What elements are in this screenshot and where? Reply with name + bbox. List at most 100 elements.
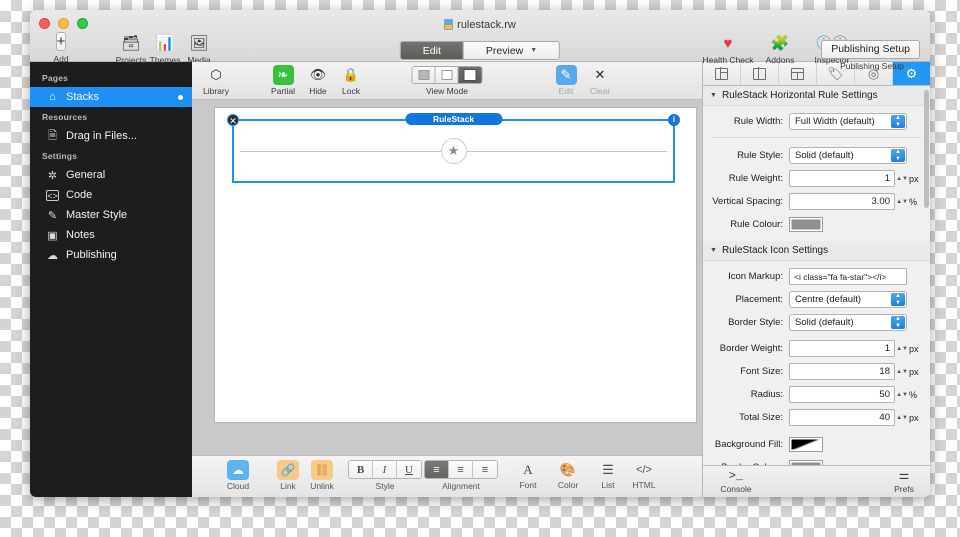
sidebar-item-label: Code	[66, 189, 93, 201]
total-size-input[interactable]: 40	[789, 409, 895, 426]
canvas-tool-clear-label: Clear	[589, 86, 611, 96]
view-mode-option-filled[interactable]	[412, 67, 436, 83]
vertical-spacing-stepper[interactable]: ▲▼	[896, 199, 908, 205]
format-toolbar: ☁ Cloud 🔗 Link ⛓ Unlink B I U Style ≡ ≡ …	[192, 455, 702, 497]
rulestack-element[interactable]: RuleStack ✕ i ★	[227, 113, 680, 183]
border-weight-input[interactable]: 1	[789, 340, 895, 357]
row-total-size: Total Size: 40 ▲▼ px	[703, 407, 930, 428]
format-unlink[interactable]: ⛓ Unlink	[300, 460, 344, 491]
placement-select[interactable]: Centre (default) ▲ ▼	[789, 291, 907, 308]
inspector-tab-page-header[interactable]	[779, 62, 817, 85]
prefs-label: Prefs	[894, 484, 914, 494]
format-color[interactable]: 🎨 Color	[548, 460, 588, 490]
console-button[interactable]: >_ Console	[711, 469, 761, 494]
canvas-tool-partial-label: Partial	[270, 86, 296, 96]
prefs-button[interactable]: ⚌ Prefs	[884, 469, 924, 494]
style-group[interactable]: B I U Style	[348, 460, 422, 491]
link-icon: 🔗	[277, 460, 299, 480]
underline-button[interactable]: U	[397, 461, 421, 478]
format-html[interactable]: </> HTML	[624, 460, 664, 490]
info-badge[interactable]: i	[668, 114, 680, 126]
toolbar-addons-label: Addons	[765, 55, 795, 65]
sidebar-item-master-style[interactable]: ✎ Master Style	[30, 205, 192, 225]
toolbar-health-check-label: Health Check	[702, 55, 754, 65]
chevron-down-icon: ▼	[530, 47, 538, 54]
sidebar-item-stacks[interactable]: ⌂ Stacks	[30, 87, 192, 107]
rule-style-value: Solid (default)	[795, 150, 854, 161]
alignment-group[interactable]: ≡ ≡ ≡ Alignment	[424, 460, 498, 491]
title-bar: rulestack.rw Edit Preview ▼ + Add 🗃 Proje…	[30, 10, 930, 71]
italic-button[interactable]: I	[373, 461, 397, 478]
tab-edit[interactable]: Edit	[400, 42, 464, 59]
rule-weight-stepper[interactable]: ▲▼	[896, 176, 908, 182]
sidebar-item-general[interactable]: ✲ General	[30, 165, 192, 185]
inspector-scrollbar[interactable]	[924, 90, 929, 208]
font-size-value: 18	[879, 366, 890, 377]
section-header-horizontal-rule[interactable]: ▼ RuleStack Horizontal Rule Settings	[703, 86, 930, 106]
font-size-stepper[interactable]: ▲▼	[896, 369, 908, 375]
cloud-icon: ☁	[47, 249, 58, 262]
toolbar-add[interactable]: + Add	[38, 32, 84, 64]
row-rule-width: Rule Width: Full Width (default) ▲ ▼	[703, 111, 930, 132]
chevron-updown-icon: ▲ ▼	[891, 115, 905, 128]
inspector-tab-page-sidebar[interactable]	[741, 62, 779, 85]
total-size-value: 40	[879, 412, 890, 423]
format-list[interactable]: ☰ List	[590, 460, 626, 490]
format-font[interactable]: A Font	[510, 460, 546, 490]
toolbar-health-check[interactable]: ♥ Health Check	[699, 33, 757, 65]
bold-button[interactable]: B	[349, 461, 373, 478]
align-center-icon[interactable]: ≡	[449, 461, 473, 478]
close-icon[interactable]: ✕	[227, 114, 239, 126]
disclosure-triangle-icon[interactable]: ▼	[710, 92, 717, 99]
row-rule-style: Rule Style: Solid (default) ▲ ▼	[703, 145, 930, 166]
disclosure-triangle-icon[interactable]: ▼	[710, 247, 717, 254]
font-size-input[interactable]: 18	[789, 363, 895, 380]
rule-weight-input[interactable]: 1	[789, 170, 895, 187]
icon-markup-input[interactable]: <i class="fa fa-star"></i>	[789, 268, 907, 285]
editor-area: ⬡ Library ❧ Partial 👁 Hide 🔒 Lock View M…	[192, 62, 702, 497]
rule-style-select[interactable]: Solid (default) ▲ ▼	[789, 147, 907, 164]
section-header-icon-settings[interactable]: ▼ RuleStack Icon Settings	[703, 241, 930, 261]
format-color-label: Color	[557, 480, 579, 490]
rule-width-select[interactable]: Full Width (default) ▲ ▼	[789, 113, 907, 130]
sidebar-header-settings: Settings	[42, 151, 78, 161]
total-size-stepper[interactable]: ▲▼	[896, 415, 908, 421]
align-left-icon[interactable]: ≡	[425, 461, 449, 478]
background-fill-swatch[interactable]	[789, 437, 823, 452]
canvas-tool-library[interactable]: ⬡ Library	[194, 65, 238, 96]
border-weight-stepper[interactable]: ▲▼	[896, 346, 908, 352]
home-icon: ⌂	[49, 91, 56, 103]
unlink-icon: ⛓	[311, 460, 333, 480]
border-style-select[interactable]: Solid (default) ▲ ▼	[789, 314, 907, 331]
edit-preview-segmented-control[interactable]: Edit Preview ▼	[399, 41, 561, 60]
alignment-group-label: Alignment	[442, 481, 480, 491]
rule-colour-swatch[interactable]	[789, 217, 823, 232]
toolbar-addons[interactable]: 🧩 Addons	[759, 33, 801, 65]
view-mode-option-outline[interactable]	[435, 67, 459, 83]
row-radius: Radius: 50 ▲▼ %	[703, 384, 930, 405]
view-mode-control[interactable]: View Mode	[411, 66, 483, 96]
canvas-tool-hide-label: Hide	[309, 86, 327, 96]
sidebar-item-code[interactable]: <> Code	[30, 185, 192, 205]
vertical-spacing-input[interactable]: 3.00	[789, 193, 895, 210]
inspector-tab-page-layout[interactable]	[703, 62, 741, 85]
publishing-setup-button[interactable]: Publishing Setup	[821, 40, 920, 59]
toolbar-media[interactable]: 🖼 Media	[176, 33, 222, 65]
color-wheel-icon: 🎨	[559, 462, 577, 477]
page-sidebar-icon	[753, 67, 766, 80]
radius-stepper[interactable]: ▲▼	[896, 392, 908, 398]
sidebar-item-publishing[interactable]: ☁ Publishing	[30, 245, 192, 265]
canvas-tool-clear[interactable]: ✕ Clear	[578, 65, 622, 96]
canvas-tool-lock[interactable]: 🔒 Lock	[329, 65, 373, 96]
page-canvas[interactable]: RuleStack ✕ i ★	[214, 107, 697, 423]
tab-preview[interactable]: Preview ▼	[463, 42, 560, 59]
format-cloud[interactable]: ☁ Cloud	[216, 460, 260, 491]
align-right-icon[interactable]: ≡	[473, 461, 497, 478]
sidebar-item-drag-in-files[interactable]: 🗎 Drag in Files...	[30, 126, 192, 146]
view-mode-option-selected[interactable]	[458, 67, 482, 83]
row-vertical-spacing: Vertical Spacing: 3.00 ▲▼ %	[703, 191, 930, 212]
sidebar-item-notes[interactable]: ▣ Notes	[30, 225, 192, 245]
canvas-toolbar: ⬡ Library ❧ Partial 👁 Hide 🔒 Lock View M…	[192, 62, 702, 100]
radius-input[interactable]: 50	[789, 386, 895, 403]
rulestack-name-badge: RuleStack	[404, 113, 503, 125]
